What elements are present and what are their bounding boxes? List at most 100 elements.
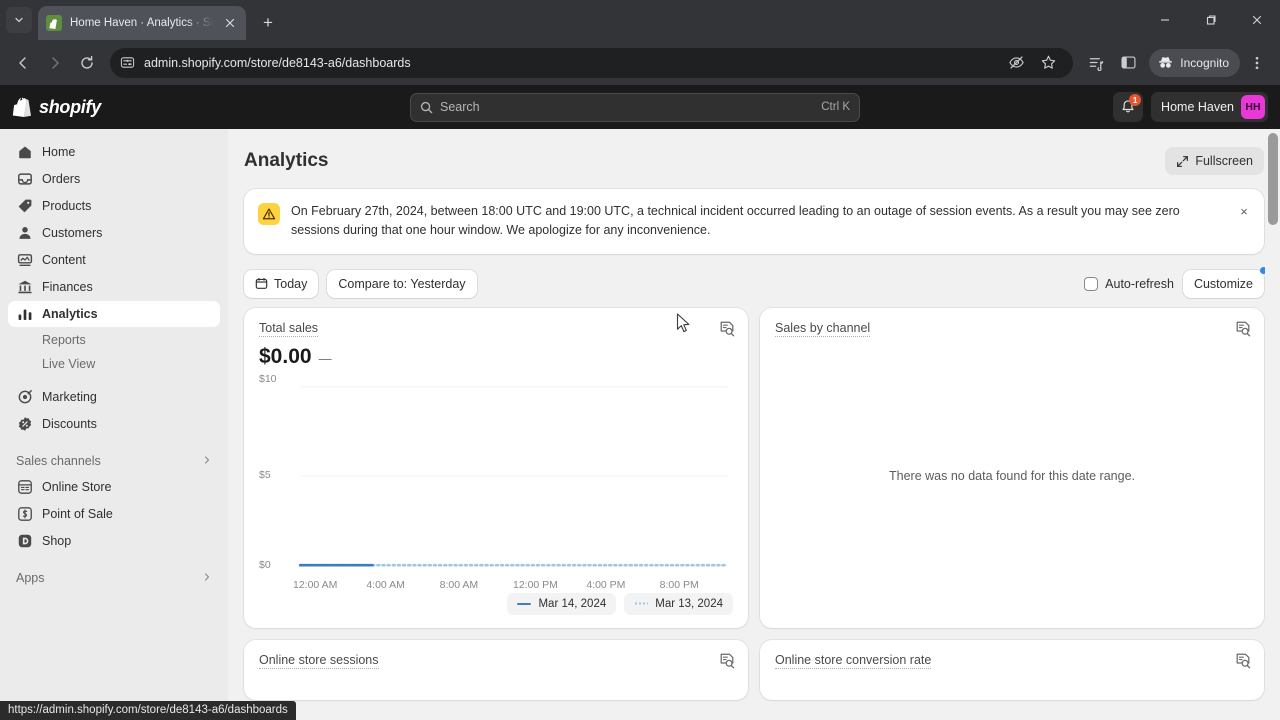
notifications-button[interactable]: 1 [1113, 92, 1144, 122]
sidebar-item-reports[interactable]: Reports [8, 328, 220, 352]
sidebar-item-label: Marketing [42, 390, 97, 404]
incognito-icon [1159, 57, 1173, 68]
store-menu-button[interactable]: Home Haven HH [1151, 92, 1268, 122]
store-name-label: Home Haven [1161, 100, 1234, 114]
shopify-logo[interactable]: shopify [12, 96, 101, 118]
banner-close-icon[interactable]: × [1234, 201, 1254, 221]
finances-bank-icon [16, 279, 33, 296]
x-tick-label: 8:00 PM [659, 578, 699, 591]
sidebar-item-analytics[interactable]: Analytics [8, 301, 220, 327]
reading-list-icon[interactable] [1081, 48, 1111, 78]
card-online-store-sessions: Online store sessions [244, 639, 748, 700]
tracking-protection-icon[interactable] [1001, 48, 1031, 78]
card-sales-by-channel: Sales by channel There was no data found… [760, 307, 1264, 628]
address-bar-url: admin.shopify.com/store/de8143-a6/dashbo… [144, 55, 411, 70]
side-panel-icon[interactable] [1113, 48, 1143, 78]
maximize-icon[interactable] [1188, 0, 1234, 40]
auto-refresh-checkbox[interactable] [1084, 276, 1099, 291]
compare-button[interactable]: Compare to: Yesterday [327, 269, 477, 298]
y-tick-label: $5 [259, 469, 271, 482]
sidebar-item-label: Point of Sale [42, 507, 113, 521]
sidebar-item-online-store[interactable]: Online Store [8, 474, 220, 500]
card-title[interactable]: Online store sessions [259, 653, 379, 669]
sidebar-item-marketing[interactable]: Marketing [8, 384, 220, 410]
sidebar-item-live-view[interactable]: Live View [8, 352, 220, 376]
forward-icon[interactable] [40, 48, 70, 78]
close-icon[interactable] [1234, 0, 1280, 40]
back-icon[interactable] [8, 48, 38, 78]
sidebar-item-customers[interactable]: Customers [8, 220, 220, 246]
sidebar-section-sales-channels[interactable]: Sales channels [8, 448, 220, 474]
chevron-right-icon [202, 455, 212, 468]
global-search-input[interactable]: Search Ctrl K [410, 92, 860, 122]
orders-icon [16, 171, 33, 188]
shopify-favicon-icon [46, 15, 62, 31]
customize-button[interactable]: Customize [1182, 269, 1264, 298]
sidebar-item-orders[interactable]: Orders [8, 166, 220, 192]
window-controls [1142, 0, 1280, 40]
sidebar-item-shop[interactable]: Shop [8, 528, 220, 554]
view-report-icon[interactable] [718, 652, 736, 670]
content-icon [16, 252, 33, 269]
fullscreen-button[interactable]: Fullscreen [1165, 147, 1264, 175]
empty-state-message: There was no data found for this date ra… [889, 468, 1135, 483]
view-report-icon[interactable] [718, 320, 736, 338]
tab-search-area [0, 0, 38, 40]
incognito-indicator[interactable]: Incognito [1149, 48, 1240, 77]
status-bar-url: https://admin.shopify.com/store/de8143-a… [0, 701, 296, 720]
x-tick-label: 4:00 AM [366, 578, 405, 591]
sidebar-item-label: Home [42, 145, 76, 159]
y-tick-label: $10 [259, 372, 277, 385]
legend-item-current[interactable]: Mar 14, 2024 [507, 592, 617, 615]
sidebar-item-label: Content [42, 253, 86, 267]
bookmark-star-icon[interactable] [1033, 48, 1063, 78]
incident-banner: On February 27th, 2024, between 18:00 UT… [244, 189, 1264, 254]
card-title[interactable]: Online store conversion rate [775, 653, 932, 669]
view-report-icon[interactable] [1234, 320, 1252, 338]
search-icon [420, 101, 433, 113]
sidebar-item-label: Finances [42, 280, 93, 294]
sidebar-item-label: Customers [42, 226, 103, 240]
fullscreen-label: Fullscreen [1195, 154, 1253, 168]
sidebar-item-content[interactable]: Content [8, 247, 220, 273]
legend-item-compare[interactable]: Mar 13, 2024 [624, 592, 733, 615]
browser-tab[interactable]: Home Haven · Analytics · Shopify [38, 6, 246, 40]
browser-window: Home Haven · Analytics · Shopify + [0, 0, 1280, 720]
calendar-icon [255, 278, 268, 290]
reload-icon[interactable] [72, 48, 102, 78]
chrome-menu-icon[interactable] [1242, 48, 1272, 78]
tab-close-icon[interactable] [222, 15, 238, 31]
sidebar-section-apps[interactable]: Apps [8, 565, 220, 591]
y-tick-label: $0 [259, 558, 271, 571]
online-store-icon [16, 479, 33, 496]
sidebar-item-home[interactable]: Home [8, 139, 220, 165]
sidebar-item-point-of-sale[interactable]: Point of Sale [8, 501, 220, 527]
card-title[interactable]: Total sales [259, 321, 319, 337]
page-header: Analytics Fullscreen [244, 129, 1264, 189]
card-value-row: $0.00 — [259, 345, 733, 369]
shopify-bag-icon [12, 97, 31, 117]
incident-banner-text: On February 27th, 2024, between 18:00 UT… [291, 204, 1180, 238]
sidebar-item-finances[interactable]: Finances [8, 274, 220, 300]
tab-search-chevron-icon[interactable] [6, 7, 32, 33]
scrollbar-thumb[interactable] [1268, 133, 1278, 225]
date-range-label: Today [274, 276, 308, 291]
new-tab-button[interactable]: + [254, 9, 282, 37]
card-title[interactable]: Sales by channel [775, 321, 871, 337]
tab-strip: Home Haven · Analytics · Shopify + [0, 0, 1280, 40]
sidebar-item-products[interactable]: Products [8, 193, 220, 219]
dashboard-cards-grid: Total sales $0.00 — $10 $5 $0 12:00 AM 4… [244, 307, 1264, 700]
page-scrollbar[interactable] [1265, 129, 1280, 720]
app-body: Home Orders Products Customers Content F… [0, 129, 1280, 720]
chart-legend: Mar 14, 2024 Mar 13, 2024 [259, 592, 733, 615]
main-content: Analytics Fullscreen On February 27th, 2… [228, 129, 1280, 720]
total-sales-chart[interactable]: $10 $5 $0 12:00 AM 4:00 AM 8:00 AM 12:00… [259, 373, 733, 591]
legend-label: Mar 14, 2024 [538, 597, 607, 610]
address-bar[interactable]: admin.shopify.com/store/de8143-a6/dashbo… [110, 47, 1074, 78]
view-report-icon[interactable] [1234, 652, 1252, 670]
minimize-icon[interactable] [1142, 0, 1188, 40]
date-range-button[interactable]: Today [244, 269, 319, 298]
point-of-sale-icon [16, 506, 33, 523]
sidebar-item-discounts[interactable]: Discounts [8, 411, 220, 437]
auto-refresh-toggle[interactable]: Auto-refresh [1084, 276, 1174, 291]
